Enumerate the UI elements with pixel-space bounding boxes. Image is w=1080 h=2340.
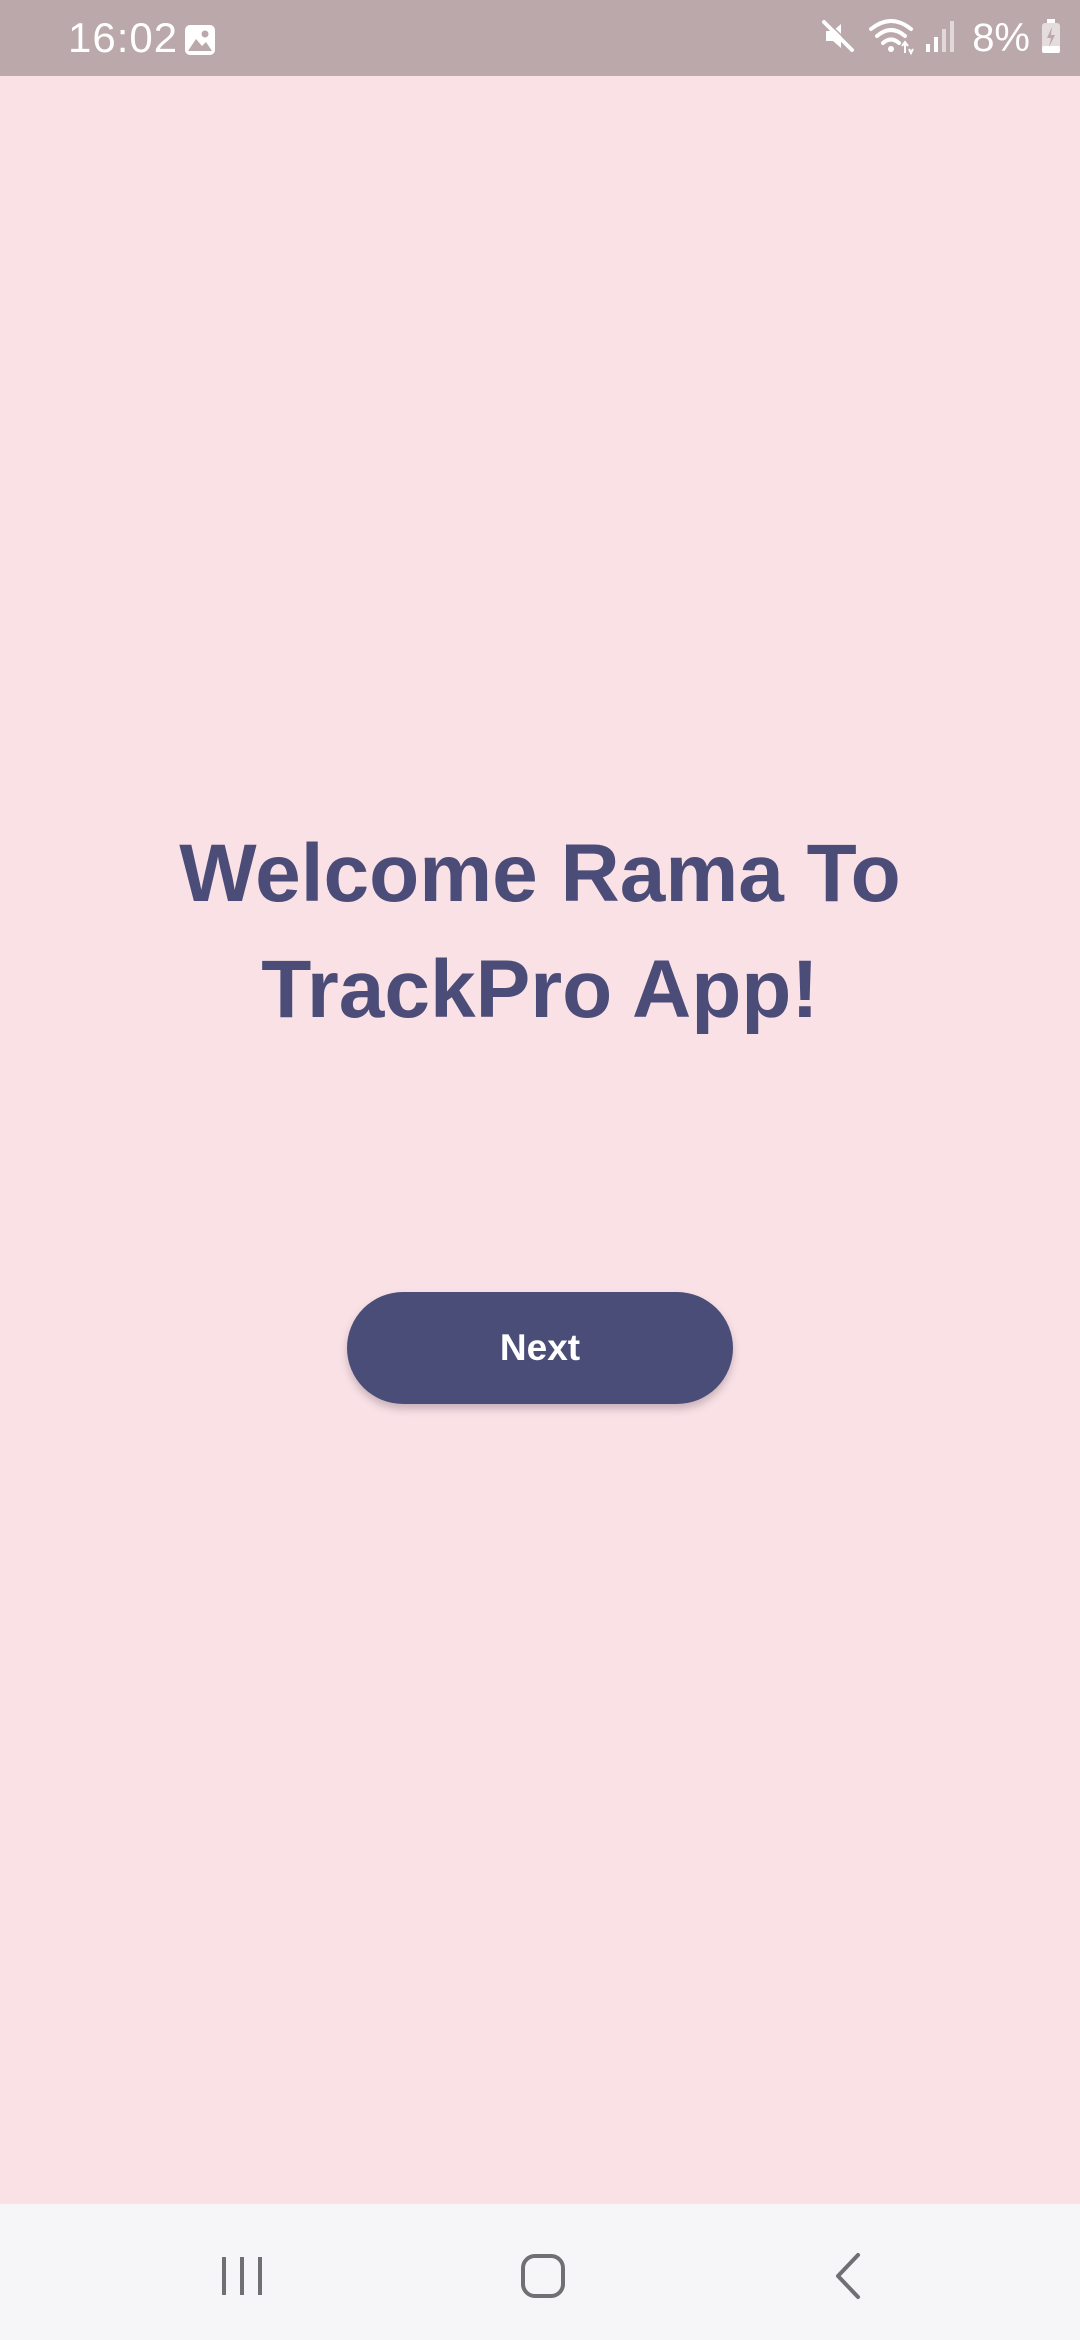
status-bar: 16:02 8% xyxy=(0,0,1080,76)
signal-icon xyxy=(924,16,956,61)
main-content: Welcome Rama To TrackPro App! Next xyxy=(0,76,1080,2204)
wifi-icon xyxy=(868,16,915,61)
battery-charging-icon xyxy=(1040,16,1062,61)
battery-percent: 8% xyxy=(972,16,1030,60)
app-screen: 16:02 8% Welcome Rama To TrackPro App! N… xyxy=(0,0,1080,2340)
navigation-bar xyxy=(0,2204,1080,2340)
home-icon xyxy=(519,2252,567,2305)
gallery-icon xyxy=(184,24,216,56)
welcome-title: Welcome Rama To TrackPro App! xyxy=(179,828,901,1035)
back-icon xyxy=(830,2251,866,2306)
next-button[interactable]: Next xyxy=(347,1292,733,1404)
home-button[interactable] xyxy=(493,2228,593,2328)
status-icons: 8% xyxy=(818,14,1062,62)
status-time: 16:02 xyxy=(68,14,179,61)
mute-icon xyxy=(818,16,858,61)
back-button[interactable] xyxy=(798,2228,898,2328)
recent-apps-icon xyxy=(217,2253,267,2304)
recent-apps-button[interactable] xyxy=(192,2228,292,2328)
